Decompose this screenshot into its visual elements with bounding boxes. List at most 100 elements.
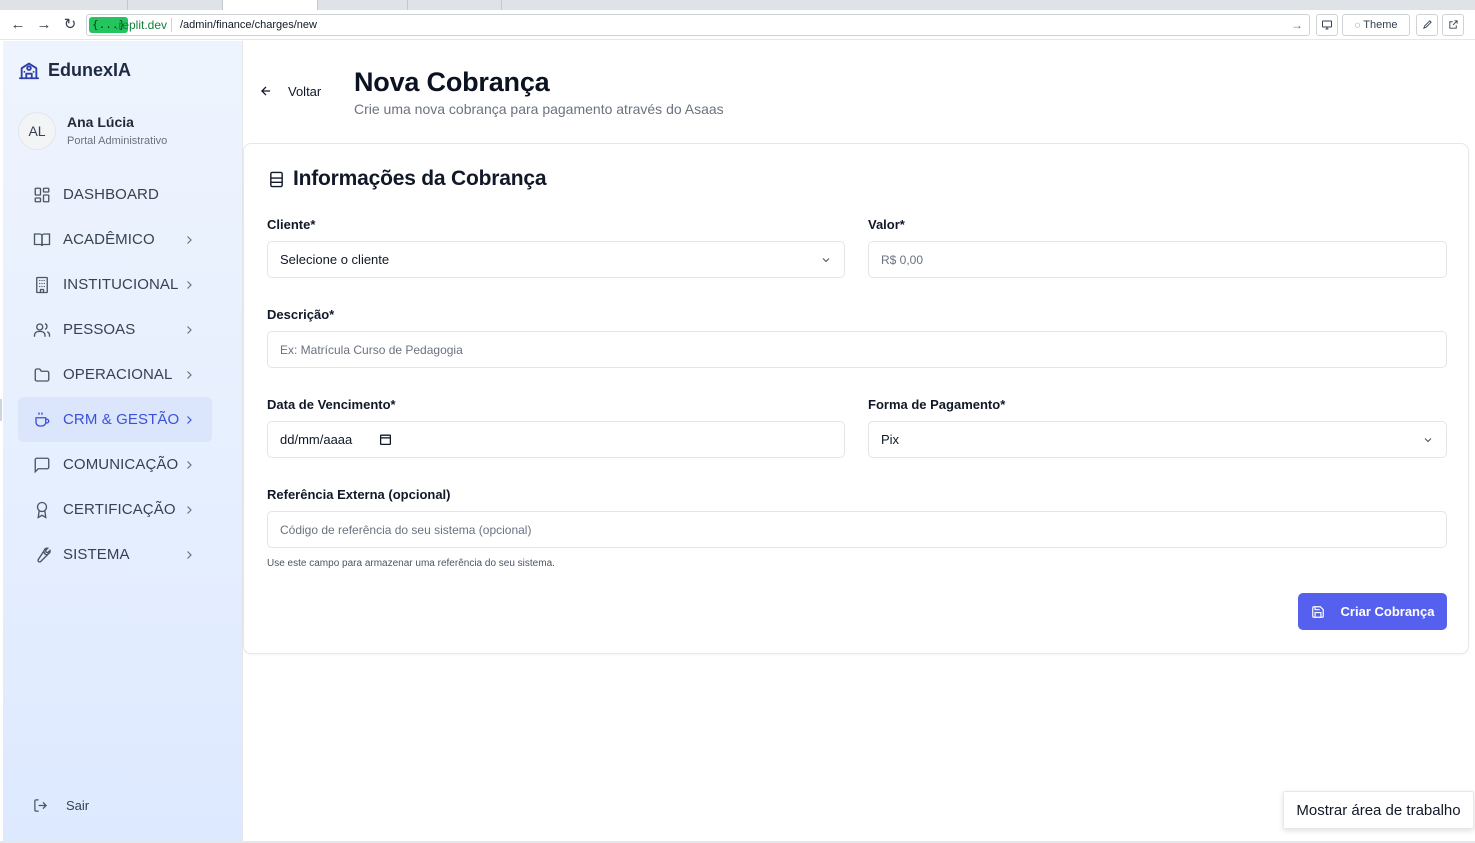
vencimento-date-field[interactable]: dd/mm/aaaa bbox=[267, 421, 845, 458]
back-label: Voltar bbox=[288, 83, 322, 99]
log-out-icon bbox=[34, 799, 48, 812]
folder-icon bbox=[34, 367, 50, 382]
show-desktop-tooltip[interactable]: Mostrar área de trabalho bbox=[1283, 791, 1474, 829]
back-arrow-icon[interactable]: ← bbox=[8, 15, 28, 35]
school-icon bbox=[18, 62, 40, 80]
chevron-right-icon bbox=[187, 370, 192, 379]
card-header: Informações da Cobrança bbox=[268, 167, 547, 191]
logout-label: Sair bbox=[66, 798, 90, 813]
sidebar-item-certificacao[interactable]: CERTIFICAÇÃO bbox=[18, 487, 212, 532]
sidebar-menu: DASHBOARD ACADÊMICO INSTITUCIONAL PESSOA… bbox=[18, 172, 212, 577]
browser-tab[interactable] bbox=[318, 0, 408, 10]
page-subtitle: Crie uma nova cobrança para pagamento at… bbox=[354, 101, 724, 117]
chevron-right-icon bbox=[187, 280, 192, 289]
user-role: Portal Administrativo bbox=[67, 135, 168, 147]
referencia-help-text: Use este campo para armazenar uma referê… bbox=[267, 558, 555, 569]
user-name: Ana Lúcia bbox=[67, 114, 134, 130]
logout-button[interactable]: Sair bbox=[33, 798, 89, 813]
pagamento-select-value: Pix bbox=[881, 432, 900, 447]
cliente-select-value: Selecione o cliente bbox=[280, 252, 390, 267]
url-field[interactable]: {...} .replit.dev /admin/finance/charges… bbox=[86, 14, 1310, 36]
pagamento-select[interactable]: Pix bbox=[868, 421, 1447, 458]
user-profile: AL Ana Lúcia Portal Administrativo bbox=[18, 112, 167, 150]
arrow-left-icon bbox=[261, 86, 271, 96]
book-open-icon bbox=[33, 232, 51, 246]
url-path: /admin/finance/charges/new bbox=[180, 19, 317, 31]
palette-icon: ◌ bbox=[1354, 20, 1361, 31]
sidebar-item-sistema[interactable]: SISTEMA bbox=[18, 532, 212, 577]
sidebar-item-academico[interactable]: ACADÊMICO bbox=[18, 217, 212, 262]
sidebar-item-label: ACADÊMICO bbox=[63, 231, 155, 248]
sidebar-item-label: PESSOAS bbox=[63, 321, 136, 338]
pagamento-label: Forma de Pagamento* bbox=[868, 397, 1006, 412]
browser-tab[interactable] bbox=[128, 0, 223, 10]
sidebar-item-label: SISTEMA bbox=[63, 546, 130, 563]
message-square-icon bbox=[34, 457, 50, 473]
chevron-right-icon bbox=[187, 505, 192, 514]
calendar-icon[interactable] bbox=[379, 433, 392, 446]
coffee-icon bbox=[35, 412, 50, 427]
sidebar-item-label: CERTIFICAÇÃO bbox=[63, 501, 176, 518]
chevron-down-icon bbox=[822, 258, 830, 263]
sidebar-item-comunicacao[interactable]: COMUNICAÇÃO bbox=[18, 442, 212, 487]
save-icon bbox=[1311, 605, 1324, 618]
url-domain: .replit.dev bbox=[115, 18, 168, 32]
cliente-select[interactable]: Selecione o cliente bbox=[267, 241, 845, 278]
sidebar-item-crm-gestao[interactable]: CRM & GESTÃO bbox=[18, 397, 212, 442]
sidebar-item-dashboard[interactable]: DASHBOARD bbox=[18, 172, 212, 217]
charge-form-card: Informações da Cobrança Cliente* Selecio… bbox=[243, 143, 1469, 654]
sidebar-item-label: INSTITUCIONAL bbox=[63, 276, 179, 293]
vencimento-date-value: dd/mm/aaaa bbox=[280, 432, 353, 447]
descricao-input[interactable] bbox=[268, 332, 1446, 367]
sidebar-item-label: OPERACIONAL bbox=[63, 366, 173, 383]
browser-tab-active[interactable] bbox=[223, 0, 318, 10]
descricao-field[interactable] bbox=[267, 331, 1447, 368]
chevron-right-icon bbox=[187, 235, 192, 244]
building-icon bbox=[36, 276, 48, 293]
browser-tab-strip bbox=[0, 0, 1475, 10]
reload-icon[interactable]: ↻ bbox=[60, 15, 80, 35]
chevron-down-icon bbox=[1424, 438, 1432, 443]
chevron-right-icon bbox=[187, 460, 192, 469]
external-link-icon[interactable] bbox=[1442, 14, 1464, 36]
sidebar-item-label: CRM & GESTÃO bbox=[63, 411, 180, 428]
browser-address-bar: ← → ↻ {...} .replit.dev /admin/finance/c… bbox=[0, 10, 1475, 40]
brand-logo[interactable]: EdunexIA bbox=[18, 58, 131, 82]
browser-tab[interactable] bbox=[0, 0, 128, 10]
back-button[interactable]: Voltar bbox=[259, 81, 321, 101]
forward-arrow-icon[interactable]: → bbox=[34, 15, 54, 35]
sidebar-item-pessoas[interactable]: PESSOAS bbox=[18, 307, 212, 352]
devtools-icon[interactable] bbox=[1416, 14, 1438, 36]
chevron-right-icon bbox=[187, 325, 192, 334]
receipt-icon bbox=[270, 171, 283, 187]
window-resize-handle[interactable] bbox=[0, 399, 2, 421]
criar-cobranca-button[interactable]: Criar Cobrança bbox=[1298, 593, 1447, 630]
referencia-label: Referência Externa (opcional) bbox=[267, 487, 451, 502]
valor-field[interactable] bbox=[868, 241, 1447, 278]
users-icon bbox=[33, 322, 51, 337]
referencia-field[interactable] bbox=[267, 511, 1447, 548]
theme-label: Theme bbox=[1363, 19, 1398, 31]
page-title: Nova Cobrança bbox=[354, 67, 550, 97]
brand-name: EdunexIA bbox=[48, 59, 132, 80]
vencimento-label: Data de Vencimento* bbox=[267, 397, 396, 412]
cliente-label: Cliente* bbox=[267, 217, 316, 232]
sidebar: EdunexIA AL Ana Lúcia Portal Administrat… bbox=[3, 41, 243, 841]
url-separator bbox=[171, 18, 172, 32]
sidebar-item-operacional[interactable]: OPERACIONAL bbox=[18, 352, 212, 397]
grid-icon bbox=[34, 187, 50, 202]
valor-input[interactable] bbox=[869, 242, 1446, 277]
theme-button[interactable]: ◌ Theme bbox=[1342, 14, 1410, 36]
monitor-icon[interactable] bbox=[1316, 14, 1338, 36]
descricao-label: Descrição* bbox=[267, 307, 335, 322]
sidebar-item-label: DASHBOARD bbox=[63, 186, 159, 203]
valor-label: Valor* bbox=[868, 217, 905, 232]
referencia-input[interactable] bbox=[268, 512, 1446, 547]
chevron-right-icon bbox=[187, 415, 192, 424]
award-icon bbox=[36, 501, 48, 519]
arrow-right-icon[interactable]: → bbox=[1291, 18, 1303, 33]
criar-cobranca-label: Criar Cobrança bbox=[1340, 604, 1435, 619]
browser-tab[interactable] bbox=[408, 0, 502, 10]
sidebar-item-institucional[interactable]: INSTITUCIONAL bbox=[18, 262, 212, 307]
page-header: Voltar Nova Cobrança Crie uma nova cobra… bbox=[243, 41, 1475, 143]
